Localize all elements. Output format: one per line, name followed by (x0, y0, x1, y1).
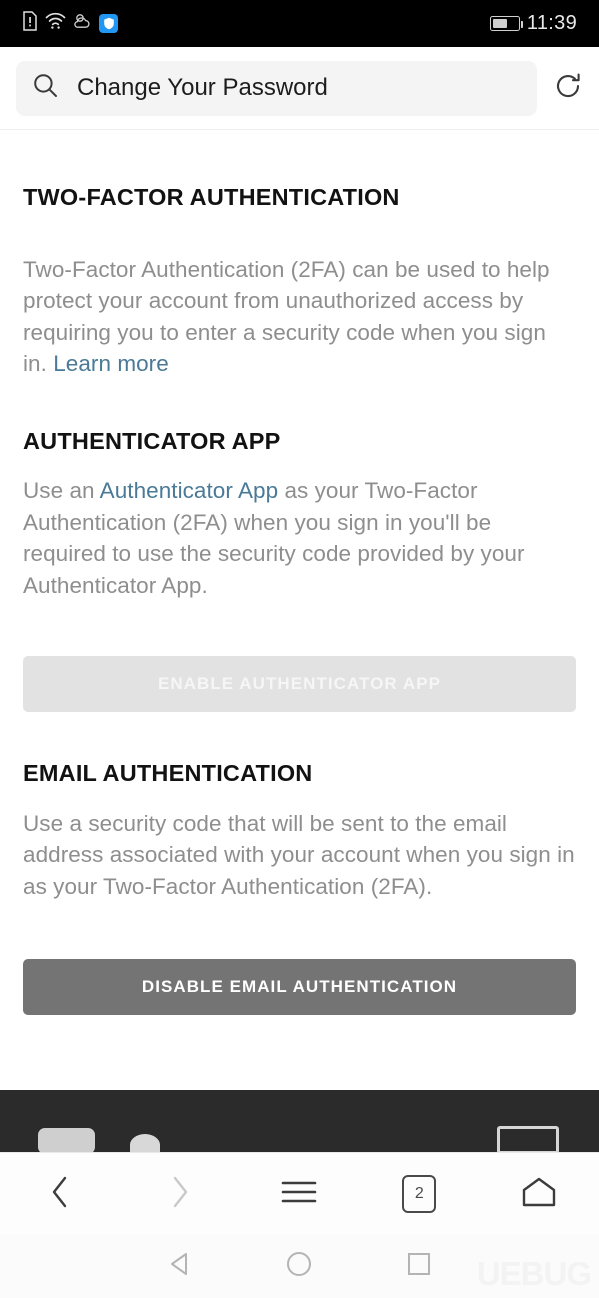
android-navigation-bar: UEBUG (0, 1235, 599, 1298)
home-icon (520, 1176, 558, 1213)
chevron-right-icon (169, 1175, 191, 1214)
enable-authenticator-app-button[interactable]: ENABLE AUTHENTICATOR APP (23, 656, 576, 712)
url-text[interactable]: Change Your Password (77, 74, 521, 102)
battery-icon (489, 16, 524, 31)
section-heading-email-authentication: EMAIL AUTHENTICATION (23, 760, 313, 786)
shield-icon (99, 14, 118, 33)
nav-back-triangle-icon (167, 1250, 193, 1283)
browser-bottom-toolbar: 2 (0, 1152, 599, 1235)
footer-pill-element (38, 1128, 95, 1152)
page-title: TWO-FACTOR AUTHENTICATION (23, 184, 400, 210)
page-content: TWO-FACTOR AUTHENTICATION Two-Factor Aut… (0, 184, 599, 1015)
screenshot-watermark: UEBUG (476, 1255, 592, 1292)
hamburger-menu-icon (281, 1178, 317, 1211)
tab-count-label: 2 (414, 1185, 424, 1202)
tabs-button[interactable]: 2 (359, 1153, 479, 1235)
learn-more-link[interactable]: Learn more (53, 351, 169, 376)
intro-paragraph: Two-Factor Authentication (2FA) can be u… (23, 254, 576, 380)
status-bar-clock: 11:39 (526, 12, 577, 34)
status-bar: 11:39 (0, 0, 599, 47)
reload-icon[interactable] (553, 71, 583, 106)
nav-recents-square-icon (406, 1251, 432, 1282)
footer-shape-element (130, 1134, 160, 1152)
section-heading-authenticator-app: AUTHENTICATOR APP (23, 427, 281, 454)
tab-count-icon: 2 (402, 1175, 437, 1213)
search-icon (32, 72, 59, 104)
forward-button[interactable] (120, 1153, 240, 1235)
weather-cloud-icon (73, 13, 92, 35)
back-button[interactable] (0, 1153, 120, 1235)
email-authentication-description: Use a security code that will be sent to… (23, 810, 575, 899)
home-button[interactable] (479, 1153, 599, 1235)
status-bar-left-icons (22, 11, 118, 36)
page-footer-strip (0, 1090, 599, 1152)
auth-text-before: Use an (23, 478, 100, 503)
nav-home-button[interactable] (240, 1250, 360, 1283)
sim-alert-icon (22, 11, 38, 36)
footer-outline-button (497, 1126, 559, 1152)
authenticator-app-link[interactable]: Authenticator App (100, 478, 278, 503)
disable-email-authentication-button[interactable]: DISABLE EMAIL AUTHENTICATION (23, 959, 576, 1015)
chevron-left-icon (49, 1175, 71, 1214)
nav-recents-button[interactable] (359, 1251, 479, 1282)
wifi-icon (45, 12, 66, 35)
browser-url-bar: Change Your Password (0, 47, 599, 130)
nav-back-button[interactable] (120, 1250, 240, 1283)
nav-home-circle-icon (285, 1250, 313, 1283)
search-field[interactable]: Change Your Password (16, 60, 537, 116)
authenticator-app-description: Use an Authenticator App as your Two-Fac… (23, 475, 576, 601)
menu-button[interactable] (240, 1153, 360, 1235)
status-bar-right: 11:39 (489, 12, 577, 35)
